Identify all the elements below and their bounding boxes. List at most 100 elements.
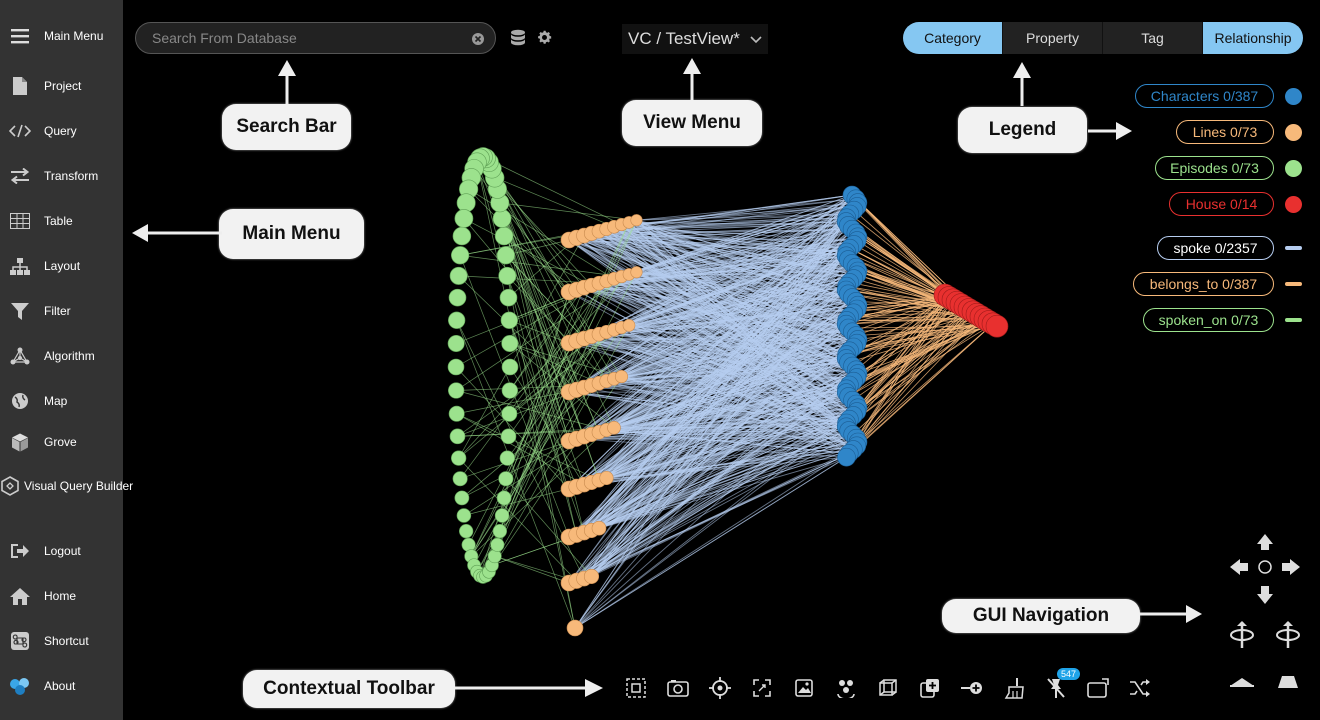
gear-icon[interactable]: [536, 29, 553, 51]
arrow-up-icon: [1013, 62, 1031, 106]
tab-relationship[interactable]: Relationship: [1203, 22, 1303, 54]
line-node[interactable]: [630, 214, 643, 227]
search-input[interactable]: [136, 30, 456, 46]
episode-node[interactable]: [447, 335, 465, 352]
about-icon: [0, 677, 40, 695]
episode-node[interactable]: [501, 382, 518, 399]
sidebar-item-shortcut[interactable]: Shortcut: [0, 626, 123, 656]
episode-node[interactable]: [448, 311, 466, 329]
episode-node[interactable]: [452, 226, 472, 246]
sidebar-item-grove[interactable]: Grove: [0, 427, 123, 457]
command-icon: [0, 632, 40, 650]
episode-node[interactable]: [496, 490, 512, 506]
sidebar-item-home[interactable]: Home: [0, 581, 123, 611]
sidebar-item-about[interactable]: About: [0, 671, 123, 701]
episode-node[interactable]: [449, 266, 468, 285]
legend-item-belongs-to[interactable]: belongs_to 0/387: [1133, 272, 1274, 296]
line-node[interactable]: [614, 370, 629, 384]
sidebar-item-project[interactable]: Project: [0, 71, 123, 101]
episode-node[interactable]: [501, 335, 519, 352]
crosshair-icon[interactable]: [699, 672, 741, 704]
connect-icon[interactable]: [951, 672, 993, 704]
episode-node[interactable]: [449, 428, 466, 445]
window-icon[interactable]: [1077, 672, 1119, 704]
rotate-right-icon[interactable]: [1274, 620, 1302, 655]
tilt-up-icon[interactable]: [1276, 674, 1300, 695]
tab-tag[interactable]: Tag: [1103, 22, 1203, 54]
legend-item-episodes[interactable]: Episodes 0/73: [1155, 156, 1274, 180]
brush-icon[interactable]: [993, 672, 1035, 704]
episode-node[interactable]: [459, 524, 474, 539]
line-node[interactable]: [599, 470, 614, 486]
sidebar-item-algorithm[interactable]: Algorithm: [0, 341, 123, 371]
select-icon[interactable]: [615, 672, 657, 704]
pan-up-icon: [1257, 534, 1273, 550]
legend-item-characters[interactable]: Characters 0/387: [1135, 84, 1274, 108]
tilt-down-icon[interactable]: [1228, 674, 1256, 695]
line-node[interactable]: [622, 319, 636, 332]
episode-node[interactable]: [498, 471, 514, 487]
episode-node[interactable]: [448, 382, 465, 399]
episode-node[interactable]: [448, 288, 467, 307]
episode-node[interactable]: [501, 358, 519, 376]
shuffle-icon[interactable]: [1119, 672, 1161, 704]
cube-frame-icon[interactable]: [867, 672, 909, 704]
tab-property[interactable]: Property: [1003, 22, 1103, 54]
sidebar-item-main-menu[interactable]: Main Menu: [0, 21, 123, 51]
episode-node[interactable]: [500, 311, 518, 329]
episode-node[interactable]: [461, 537, 476, 552]
episode-node[interactable]: [496, 246, 515, 265]
image-icon[interactable]: [783, 672, 825, 704]
episode-node[interactable]: [454, 490, 470, 506]
line-node[interactable]: [591, 520, 607, 536]
line-node[interactable]: [607, 420, 621, 435]
line-node[interactable]: [630, 266, 643, 279]
sidebar-item-visual-query-builder[interactable]: Visual Query Builder: [0, 471, 133, 501]
episode-node[interactable]: [451, 246, 470, 265]
clear-search-icon[interactable]: [471, 32, 485, 51]
episode-node[interactable]: [494, 508, 510, 523]
group-icon[interactable]: [825, 672, 867, 704]
line-node[interactable]: [583, 568, 600, 584]
episode-node[interactable]: [492, 209, 512, 228]
episode-node[interactable]: [500, 428, 517, 445]
line-node[interactable]: [566, 619, 584, 637]
episode-node[interactable]: [499, 288, 518, 307]
character-node[interactable]: [837, 447, 856, 467]
episode-node[interactable]: [490, 537, 505, 552]
sidebar-item-layout[interactable]: Layout: [0, 251, 123, 281]
search-bar[interactable]: [135, 22, 496, 54]
sidebar-item-logout[interactable]: Logout: [0, 536, 123, 566]
rotate-left-icon[interactable]: [1228, 620, 1256, 655]
sidebar-item-label: Map: [44, 394, 68, 408]
episode-node[interactable]: [451, 450, 467, 466]
episode-node[interactable]: [456, 508, 472, 523]
database-icon[interactable]: [510, 29, 526, 52]
pin-off-icon[interactable]: 547: [1035, 668, 1081, 704]
sidebar-item-query[interactable]: Query: [0, 116, 123, 146]
legend-item-spoken-on[interactable]: spoken_on 0/73: [1143, 308, 1274, 332]
episode-node[interactable]: [492, 524, 507, 539]
house-node[interactable]: [985, 314, 1009, 338]
legend-item-lines[interactable]: Lines 0/73: [1176, 120, 1274, 144]
sidebar-item-transform[interactable]: Transform: [0, 161, 123, 191]
episode-node[interactable]: [448, 405, 465, 422]
sidebar-item-table[interactable]: Table: [0, 206, 123, 236]
legend-item-house[interactable]: House 0/14: [1169, 192, 1274, 216]
fit-icon[interactable]: [741, 672, 783, 704]
episode-node[interactable]: [454, 209, 474, 228]
episode-node[interactable]: [452, 471, 468, 487]
camera-icon[interactable]: [657, 672, 699, 704]
sidebar-item-filter[interactable]: Filter: [0, 296, 123, 326]
view-menu[interactable]: VC / TestView*: [622, 24, 768, 54]
legend-item-spoke[interactable]: spoke 0/2357: [1157, 236, 1274, 260]
episode-node[interactable]: [499, 450, 515, 466]
episode-node[interactable]: [456, 193, 476, 213]
episode-node[interactable]: [501, 405, 518, 422]
episode-node[interactable]: [498, 266, 517, 285]
sidebar-item-map[interactable]: Map: [0, 386, 123, 416]
episode-node[interactable]: [447, 358, 465, 376]
tab-category[interactable]: Category: [903, 22, 1003, 54]
episode-node[interactable]: [494, 226, 514, 246]
add-node-icon[interactable]: [909, 672, 951, 704]
